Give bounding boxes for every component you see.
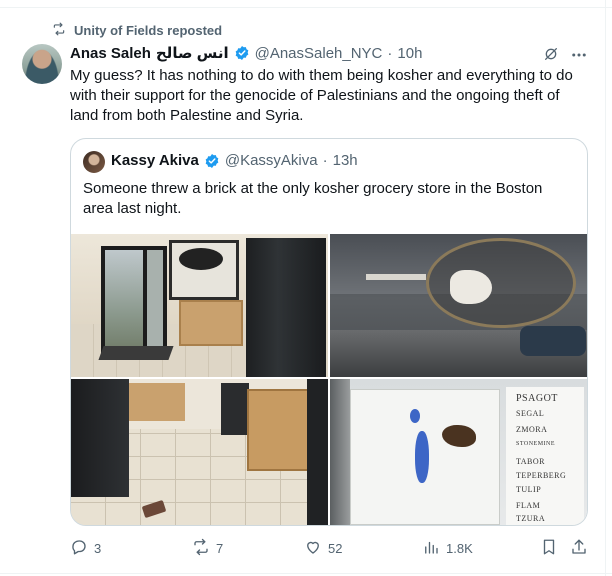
repost-icon bbox=[192, 538, 210, 559]
quoted-tweet[interactable]: Kassy Akiva @KassyAkiva · 13h Someone th… bbox=[70, 138, 588, 526]
views-icon bbox=[422, 538, 440, 559]
bookmark-button[interactable] bbox=[540, 538, 558, 559]
verified-icon bbox=[234, 45, 250, 61]
list-item: TZURA bbox=[516, 514, 546, 523]
reply-button[interactable]: 3 bbox=[70, 538, 101, 559]
right-divider bbox=[605, 0, 606, 576]
repost-button[interactable]: 7 bbox=[192, 538, 223, 559]
top-divider bbox=[0, 0, 612, 8]
tweet-timestamp[interactable]: 10h bbox=[397, 45, 422, 62]
list-item: PSAGOT bbox=[516, 393, 558, 404]
author-handle[interactable]: @AnasSaleh_NYC bbox=[255, 45, 383, 62]
repost-context[interactable]: Unity of Fields reposted bbox=[52, 22, 222, 39]
repost-icon bbox=[52, 22, 66, 39]
list-item: STONEMINE bbox=[516, 441, 556, 447]
repost-label: Unity of Fields reposted bbox=[74, 23, 223, 38]
photo-brick-on-floor[interactable] bbox=[71, 379, 328, 525]
list-item: TEPERBERG bbox=[516, 471, 567, 480]
author-avatar[interactable] bbox=[22, 44, 62, 84]
photo-store-entrance[interactable] bbox=[71, 234, 328, 377]
verified-icon bbox=[204, 153, 220, 169]
separator-dot: · bbox=[322, 152, 328, 169]
bookmark-icon bbox=[540, 538, 558, 559]
list-item: FLAM bbox=[516, 501, 541, 510]
photo-map-display[interactable]: PSAGOT SEGAL ZMORA STONEMINE TABOR TEPER… bbox=[330, 379, 587, 525]
quoted-timestamp[interactable]: 13h bbox=[333, 152, 358, 169]
grok-icon[interactable] bbox=[543, 46, 559, 62]
photo-broken-window[interactable] bbox=[330, 234, 587, 377]
action-bar: 3 7 52 1.8K bbox=[70, 538, 592, 558]
tweet-text: My guess? It has nothing to do with them… bbox=[70, 67, 573, 124]
tweet-header: Anas Saleh انس صالح @AnasSaleh_NYC · 10h bbox=[70, 44, 422, 63]
share-icon bbox=[570, 538, 588, 559]
more-icon[interactable] bbox=[570, 46, 588, 62]
author-name-arabic[interactable]: انس صالح bbox=[156, 44, 229, 62]
quoted-author-name[interactable]: Kassy Akiva bbox=[111, 152, 199, 169]
like-icon bbox=[304, 538, 322, 559]
like-button[interactable]: 52 bbox=[304, 538, 342, 559]
list-item: TABOR bbox=[516, 457, 545, 466]
share-button[interactable] bbox=[570, 538, 588, 559]
winery-list: PSAGOT SEGAL ZMORA STONEMINE TABOR TEPER… bbox=[506, 387, 584, 525]
quoted-tweet-header: Kassy Akiva @KassyAkiva · 13h bbox=[111, 152, 358, 169]
views-count: 1.8K bbox=[446, 541, 473, 556]
media-grid: PSAGOT SEGAL ZMORA STONEMINE TABOR TEPER… bbox=[71, 234, 587, 525]
like-count: 52 bbox=[328, 541, 343, 556]
repost-count: 7 bbox=[216, 541, 224, 556]
bottom-divider bbox=[0, 573, 612, 574]
reply-icon bbox=[70, 538, 88, 559]
quoted-author-avatar[interactable] bbox=[83, 151, 105, 173]
list-item: ZMORA bbox=[516, 425, 548, 434]
list-item: TULIP bbox=[516, 485, 542, 494]
quoted-tweet-text: Someone threw a brick at the only kosher… bbox=[83, 180, 543, 217]
views-button[interactable]: 1.8K bbox=[422, 538, 473, 559]
quoted-author-handle[interactable]: @KassyAkiva bbox=[225, 152, 318, 169]
author-name[interactable]: Anas Saleh bbox=[70, 45, 151, 62]
separator-dot: · bbox=[387, 44, 393, 62]
reply-count: 3 bbox=[94, 541, 102, 556]
list-item: SEGAL bbox=[516, 409, 545, 418]
